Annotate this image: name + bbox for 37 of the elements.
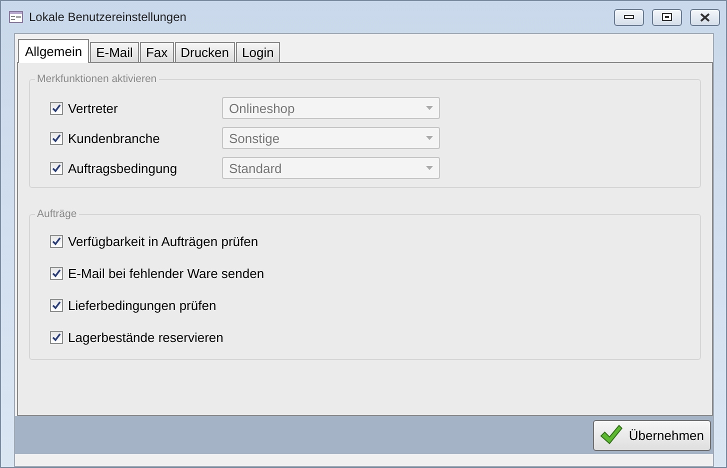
tab[interactable]: Fax	[140, 42, 174, 62]
maximize-icon	[662, 13, 672, 21]
checkbox[interactable]	[50, 102, 63, 114]
checkbox-label: Verfügbarkeit in Aufträgen prüfen	[68, 234, 258, 249]
checkbox[interactable]	[50, 331, 63, 344]
checkbox-label: Kundenbranche	[68, 130, 161, 146]
group-title: Aufträge	[36, 208, 78, 220]
checkbox[interactable]	[50, 162, 63, 174]
checkbox-label: Vertreter	[68, 100, 119, 116]
checkbox-label: Lieferbedingungen prüfen	[68, 298, 216, 313]
checkbox[interactable]	[50, 267, 63, 280]
checkbox[interactable]	[50, 299, 63, 312]
apply-button[interactable]: Übernehmen	[593, 420, 711, 450]
caret-icon	[426, 166, 433, 170]
caret-icon	[426, 136, 433, 140]
dropdown[interactable]: Onlineshop	[222, 97, 440, 119]
dropdown[interactable]: Standard	[222, 157, 440, 179]
minimize-button[interactable]	[614, 8, 644, 26]
checkmark-icon	[600, 424, 623, 446]
dropdown[interactable]: Sonstige	[222, 127, 440, 149]
tab[interactable]: Login	[236, 42, 280, 62]
close-icon	[700, 12, 710, 22]
checkbox[interactable]	[50, 132, 63, 144]
checkbox-label: E-Mail bei fehlender Ware senden	[68, 266, 264, 281]
window-icon	[9, 11, 23, 23]
checkbox-label: Auftragsbedingung	[68, 160, 178, 176]
checkbox-label: Lagerbestände reservieren	[68, 330, 224, 345]
maximize-button[interactable]	[652, 8, 682, 26]
tab[interactable]: E-Mail	[90, 42, 139, 62]
group-title: Merkfunktionen aktivieren	[36, 73, 158, 85]
tab[interactable]: Allgemein	[18, 39, 90, 63]
close-button[interactable]	[690, 8, 720, 26]
caret-icon	[426, 106, 433, 110]
tab[interactable]: Drucken	[174, 42, 236, 62]
minimize-icon	[624, 15, 634, 19]
checkbox[interactable]	[50, 235, 63, 248]
window-title: Lokale Benutzereinstellungen	[29, 10, 188, 24]
